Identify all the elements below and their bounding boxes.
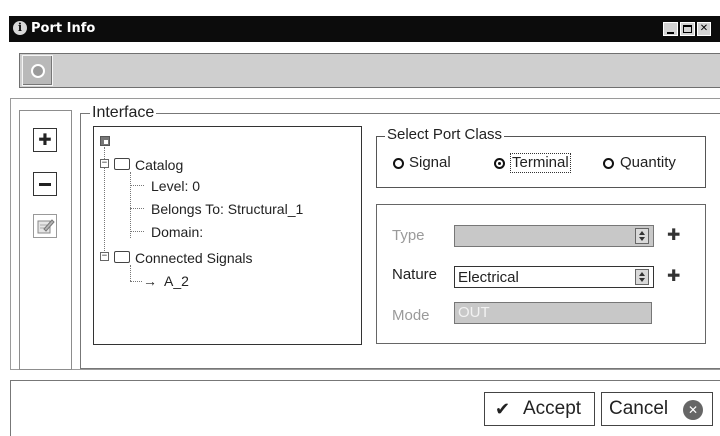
arrow-right-icon: → <box>143 273 157 289</box>
tree-connector <box>130 172 131 238</box>
cancel-icon: ✕ <box>683 400 703 420</box>
tree-connector <box>130 208 144 209</box>
spinner-icon[interactable] <box>635 228 649 244</box>
type-label: Type <box>392 227 425 244</box>
toolbar <box>19 53 720 88</box>
nature-select[interactable]: Electrical <box>454 266 654 288</box>
tree-item-domain[interactable]: Domain: <box>151 224 203 240</box>
plus-icon: ✚ <box>38 130 52 149</box>
accept-button[interactable]: ✔ Accept <box>484 392 595 426</box>
nature-value: Electrical <box>458 269 519 286</box>
minus-icon <box>39 183 51 186</box>
tree-root-icon <box>100 136 110 146</box>
nature-label: Nature <box>392 266 438 283</box>
title-bar[interactable]: i Port Info ✕ <box>9 16 720 42</box>
edit-document-icon <box>37 219 55 234</box>
mode-value: OUT <box>458 304 490 321</box>
mode-field[interactable]: OUT <box>454 302 652 324</box>
type-select[interactable] <box>454 225 654 247</box>
close-icon[interactable]: ✕ <box>697 22 711 36</box>
catalog-expander[interactable]: − <box>100 159 109 168</box>
window-title: Port Info <box>31 21 96 36</box>
option-quantity-label[interactable]: Quantity <box>620 154 676 172</box>
tree-item-belongs-to[interactable]: Belongs To: Structural_1 <box>151 201 303 217</box>
radio-signal[interactable] <box>393 158 404 169</box>
option-signal-label[interactable]: Signal <box>409 154 451 172</box>
cancel-button[interactable]: Cancel ✕ <box>601 392 713 426</box>
interface-tree[interactable]: − Catalog Level: 0 Belongs To: Structura… <box>93 126 362 345</box>
folder-icon <box>114 158 130 170</box>
tree-connector <box>130 185 144 186</box>
option-terminal-label[interactable]: Terminal <box>510 153 571 173</box>
minimize-icon[interactable] <box>663 22 678 36</box>
tree-item-catalog[interactable]: Catalog <box>135 157 183 173</box>
maximize-icon[interactable] <box>680 22 695 36</box>
cancel-label: Cancel <box>609 398 669 419</box>
accept-label: Accept <box>523 398 582 419</box>
tree-connector <box>130 231 144 232</box>
radio-quantity[interactable] <box>603 158 614 169</box>
toolbar-button[interactable] <box>22 55 53 86</box>
radio-terminal[interactable] <box>494 158 505 169</box>
tree-item-level[interactable]: Level: 0 <box>151 178 200 194</box>
folder-icon <box>114 251 130 263</box>
port-class-legend: Select Port Class <box>385 126 505 144</box>
mode-label: Mode <box>392 307 430 324</box>
add-nature-icon[interactable]: ✚ <box>667 267 680 285</box>
edit-button[interactable] <box>33 214 57 238</box>
remove-button[interactable] <box>33 172 57 196</box>
info-icon: i <box>13 21 27 35</box>
tree-connector <box>130 281 142 282</box>
tree-item-signal[interactable]: A_2 <box>164 273 189 289</box>
tree-item-connected-signals[interactable]: Connected Signals <box>135 250 253 266</box>
connected-signals-expander[interactable]: − <box>100 252 109 261</box>
spinner-icon[interactable] <box>635 269 649 285</box>
checkmark-icon: ✔ <box>495 399 511 419</box>
interface-legend: Interface <box>90 104 157 122</box>
add-button[interactable]: ✚ <box>33 128 57 152</box>
circle-icon <box>31 64 45 78</box>
port-fields-panel: Type ✚ Nature Electrical ✚ Mode OUT <box>376 204 706 344</box>
tree-connector <box>130 265 131 281</box>
add-type-icon[interactable]: ✚ <box>667 226 680 244</box>
